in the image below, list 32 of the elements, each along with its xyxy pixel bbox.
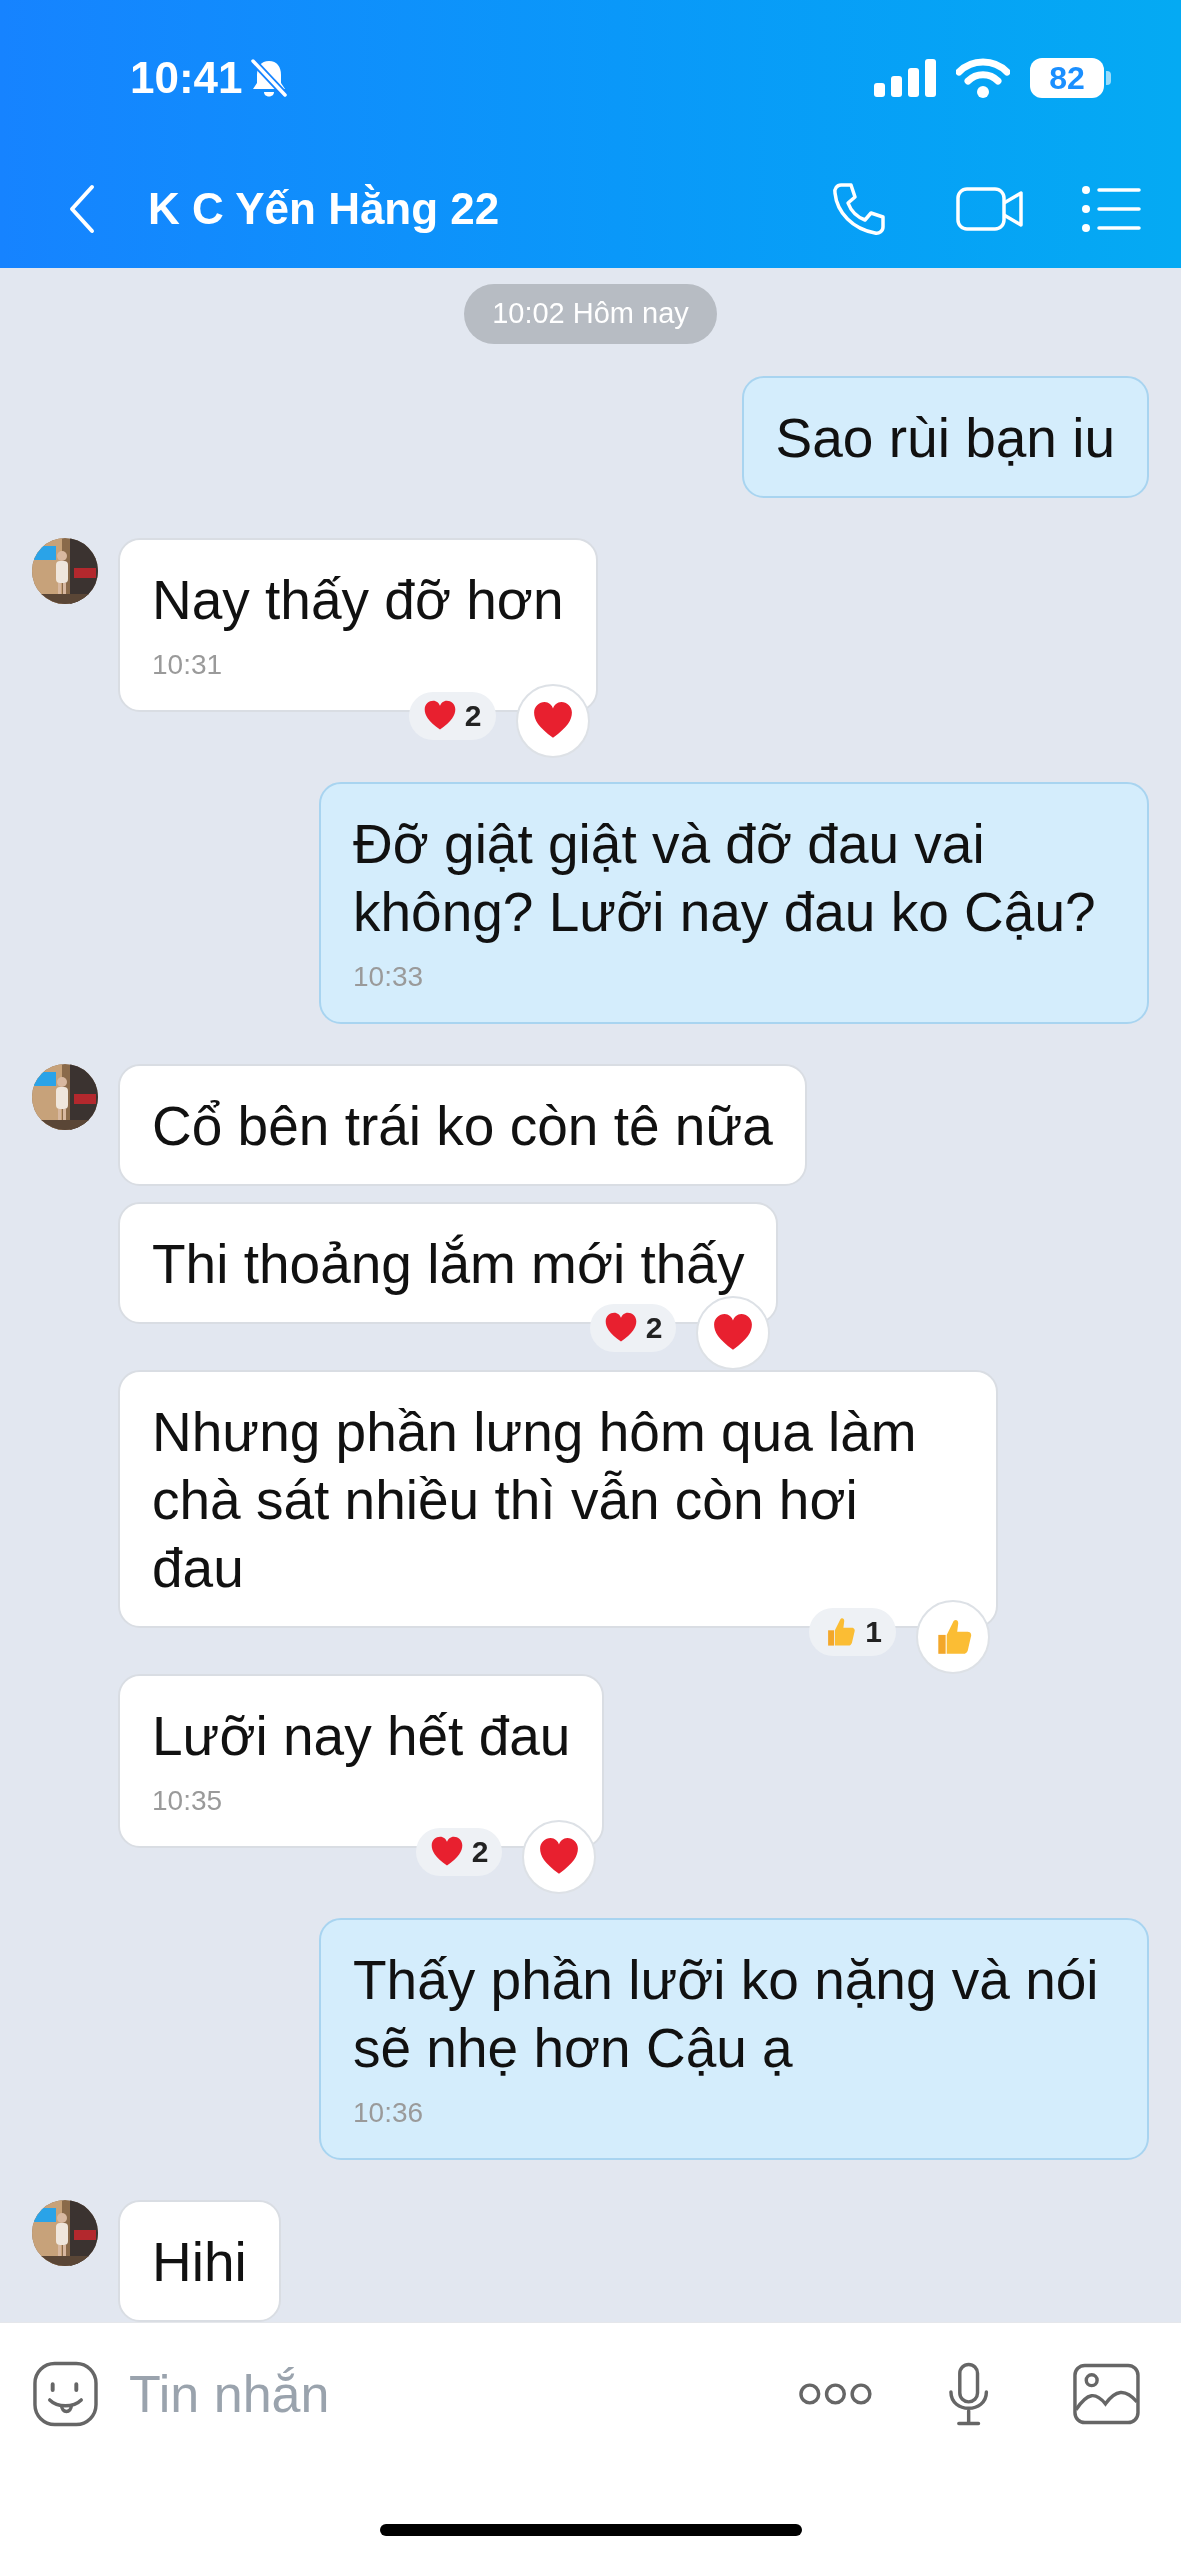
message-bubble[interactable]: Đỡ giật giật và đỡ đau vai không? Lưỡi nay đau ko Cậu? 10:33 <box>319 781 1149 1024</box>
message-text: Hihi <box>152 2229 247 2295</box>
reaction-count[interactable]: 1 <box>809 1607 896 1656</box>
date-separator: 10:02 Hôm nay <box>464 284 717 344</box>
microphone-icon[interactable] <box>946 2362 991 2426</box>
message-bubble[interactable]: Sao rùi bạn iu <box>741 375 1149 498</box>
reaction-count[interactable]: 2 <box>408 691 496 740</box>
wifi-icon <box>956 58 1010 98</box>
message-time: 10:36 <box>353 2095 425 2130</box>
more-icon[interactable] <box>797 2381 873 2407</box>
message-text: Đỡ giật giật và đỡ đau vai không? Lưỡi nay đau ko Cậu? <box>353 811 1097 945</box>
image-icon[interactable] <box>1072 2362 1141 2426</box>
message-time: 10:31 <box>152 647 224 682</box>
message-text: Thấy phần lưỡi ko nặng và nói sẽ nhẹ hơn Cậu ạ <box>353 1947 1100 2081</box>
message-bubble[interactable]: Cổ bên trái ko còn tê nữa <box>118 1063 807 1186</box>
message-text: Sao rùi bạn iu <box>775 405 1115 471</box>
message-bubble[interactable]: Thấy phần lưỡi ko nặng và nói sẽ nhẹ hơn Cậu ạ 10:36 <box>319 1917 1149 2160</box>
message-time: 10:33 <box>353 959 425 994</box>
menu-icon[interactable] <box>1081 184 1141 234</box>
message-text: Nhưng phần lưng hôm qua làm chà sát nhiều thì vẫn còn hơi đau <box>152 1399 918 1601</box>
message-time: 10:35 <box>152 1783 224 1818</box>
sticker-icon[interactable] <box>32 2360 99 2428</box>
message-text: Nay thấy đỡ hơn <box>152 567 564 633</box>
reaction-count[interactable]: 2 <box>415 1827 503 1876</box>
message-text: Lưỡi nay hết đau <box>152 1703 571 1769</box>
reaction-count[interactable]: 2 <box>589 1303 677 1352</box>
message-bubble[interactable]: Hihi <box>118 2199 281 2322</box>
message-input[interactable]: Tin nhắn <box>128 2355 798 2433</box>
signal-icon <box>874 59 936 97</box>
message-text: Thi thoảng lắm mới thấy <box>152 1231 745 1297</box>
status-time: 10:41 <box>130 52 243 104</box>
message-text: Cổ bên trái ko còn tê nữa <box>152 1093 773 1159</box>
